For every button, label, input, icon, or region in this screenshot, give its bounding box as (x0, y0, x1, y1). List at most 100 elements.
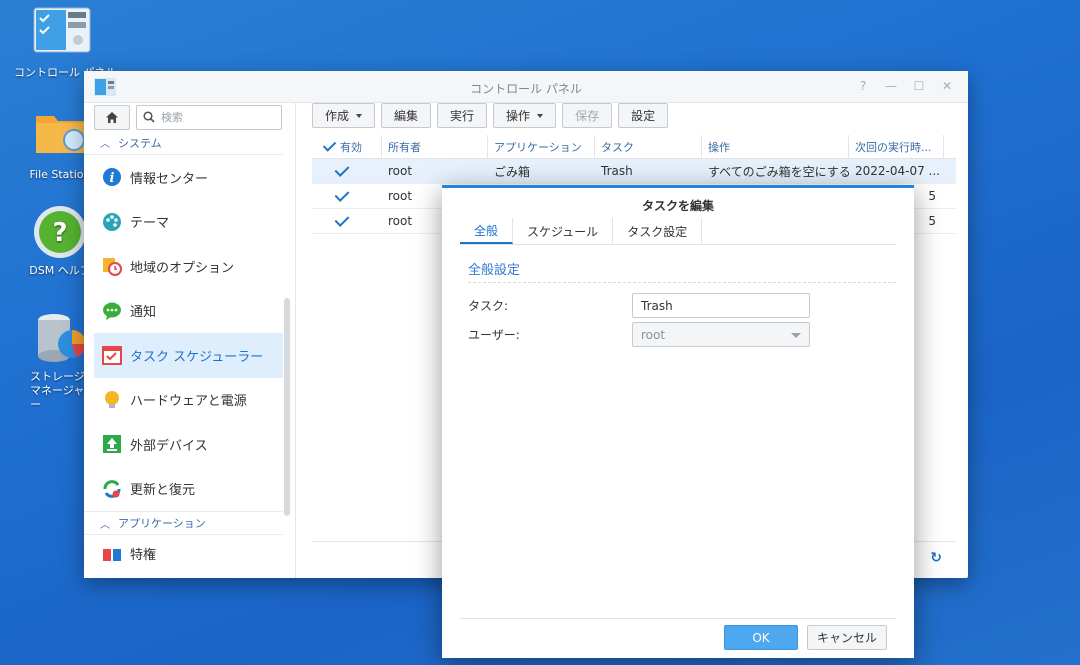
privilege-icon (102, 543, 122, 563)
tab-schedule[interactable]: スケジュール (513, 218, 614, 244)
header-action[interactable]: 操作 (702, 134, 849, 159)
chevron-down-icon (791, 333, 801, 338)
svg-text:i: i (110, 171, 115, 186)
section-title-general-settings: 全般設定 (468, 259, 896, 283)
section-header-applications[interactable]: ︿ アプリケーション (84, 511, 283, 535)
sidebar-scrollbar[interactable] (284, 298, 290, 516)
dialog-title[interactable]: タスクを編集 (442, 188, 914, 217)
search-placeholder: 検索 (161, 111, 183, 124)
calendar-check-icon (102, 345, 122, 366)
help-icon: ? (30, 204, 90, 260)
sidebar-item-regional-options[interactable]: 地域のオプション (84, 244, 283, 289)
cell-owner: root (388, 164, 413, 178)
enabled-checkbox[interactable] (334, 213, 350, 229)
cell-task: Trash (601, 164, 633, 178)
folder-search-icon (30, 108, 90, 164)
cancel-button[interactable]: キャンセル (807, 625, 887, 650)
sidebar-item-label: 情報センター (130, 171, 209, 187)
refresh-icon[interactable]: ↻ (930, 550, 942, 566)
button-label: 設定 (631, 109, 656, 123)
maximize-icon[interactable]: ☐ (912, 79, 926, 93)
section-header-system[interactable]: ︿ システム (84, 131, 283, 155)
info-icon: i (102, 167, 122, 187)
task-name-input[interactable]: Trash (632, 293, 810, 318)
search-input[interactable]: 検索 (136, 104, 282, 130)
sidebar-item-label: 地域のオプション (130, 260, 235, 276)
dialog-tabs: 全般 スケジュール タスク設定 (460, 217, 896, 245)
window-titlebar[interactable]: コントロール パネル ? — ☐ ✕ (84, 71, 968, 103)
desktop-icon-label: ストレージ マネージャー (30, 370, 85, 411)
sidebar-item-task-scheduler[interactable]: タスク スケジューラー (94, 333, 283, 378)
button-label: 保存 (575, 109, 600, 123)
sidebar-item-info-center[interactable]: i 情報センター (84, 155, 283, 200)
chevron-up-icon: ︿ (100, 519, 110, 531)
task-name-row: タスク: Trash (468, 291, 914, 320)
sidebar-item-label: 特権 (130, 548, 157, 563)
toolbar: 作成 編集 実行 操作 保存 設定 (312, 103, 669, 128)
button-label: 作成 (325, 109, 350, 123)
create-button[interactable]: 作成 (312, 103, 376, 128)
header-task[interactable]: タスク (595, 134, 702, 159)
tab-task-settings[interactable]: タスク設定 (613, 218, 703, 244)
header-enabled[interactable]: 有効 (312, 134, 382, 159)
edit-button[interactable]: 編集 (381, 103, 432, 128)
settings-button[interactable]: 設定 (618, 103, 669, 128)
button-label: 編集 (394, 109, 419, 123)
refresh-icon (102, 479, 122, 499)
sidebar-item-theme[interactable]: テーマ (84, 200, 283, 245)
palette-icon (102, 212, 122, 232)
minimize-icon[interactable]: — (884, 79, 898, 93)
table-header: 有効 所有者 アプリケーション タスク 操作 次回の実行時... (312, 134, 956, 159)
home-button[interactable] (94, 104, 130, 130)
section-label: システム (118, 136, 162, 150)
home-icon (106, 111, 118, 123)
caret-down-icon (356, 113, 363, 118)
user-label: ユーザー: (468, 328, 520, 342)
action-button[interactable]: 操作 (493, 103, 557, 128)
save-button[interactable]: 保存 (562, 103, 613, 128)
enabled-checkbox[interactable] (334, 163, 350, 179)
desktop-icon-control-panel[interactable]: コントロール パネル (14, 6, 117, 80)
sidebar-item-notification[interactable]: 通知 (84, 289, 283, 334)
cell-application: ごみ箱 (494, 164, 531, 179)
chevron-up-icon: ︿ (100, 139, 110, 150)
ok-button[interactable]: OK (724, 625, 798, 650)
cell-next-run: 2022-04-07 ... (855, 164, 940, 178)
sidebar-item-label: ハードウェアと電源 (130, 394, 247, 410)
header-next-run[interactable]: 次回の実行時... (849, 134, 944, 159)
chat-bubble-icon (102, 301, 122, 321)
window-title: コントロール パネル (470, 82, 582, 96)
task-label: タスク: (468, 299, 509, 313)
header-owner[interactable]: 所有者 (382, 134, 488, 159)
close-icon[interactable]: ✕ (940, 79, 954, 93)
search-icon (143, 111, 155, 123)
run-button[interactable]: 実行 (437, 103, 488, 128)
sidebar-item-hardware-power[interactable]: ハードウェアと電源 (84, 378, 283, 423)
svg-text:?: ? (52, 218, 67, 248)
enabled-checkbox[interactable] (334, 188, 350, 204)
sidebar-item-label: 更新と復元 (130, 483, 196, 499)
user-value: root (641, 327, 666, 342)
storage-manager-icon (30, 310, 90, 366)
header-application[interactable]: アプリケーション (488, 134, 595, 159)
sidebar-item-external-devices[interactable]: 外部デバイス (84, 422, 283, 467)
sidebar-item-privileges[interactable]: 特権 (84, 535, 283, 563)
help-icon[interactable]: ? (856, 79, 870, 93)
table-row[interactable]: root ごみ箱 Trash すべてのごみ箱を空にする 2022-04-07 .… (312, 159, 956, 184)
user-select[interactable]: root (632, 322, 810, 347)
sidebar-item-label: 通知 (130, 305, 157, 321)
upload-icon (102, 434, 122, 454)
user-row: ユーザー: root (468, 320, 914, 349)
checkbox-icon[interactable] (322, 140, 336, 154)
section-label: アプリケーション (118, 517, 206, 530)
button-label: 操作 (506, 109, 531, 123)
sidebar: 検索 ︿ システム i 情報センター テーマ 地域のオプション 通知 タスク ス… (84, 103, 296, 578)
sidebar-item-label: テーマ (130, 216, 170, 232)
header-label: 有効 (340, 140, 362, 154)
clock-map-icon (102, 256, 122, 277)
tab-general[interactable]: 全般 (460, 218, 514, 244)
control-panel-icon (32, 6, 92, 62)
button-label: 実行 (450, 109, 475, 123)
sidebar-item-label: タスク スケジューラー (130, 349, 264, 365)
sidebar-item-update-restore[interactable]: 更新と復元 (84, 467, 283, 512)
